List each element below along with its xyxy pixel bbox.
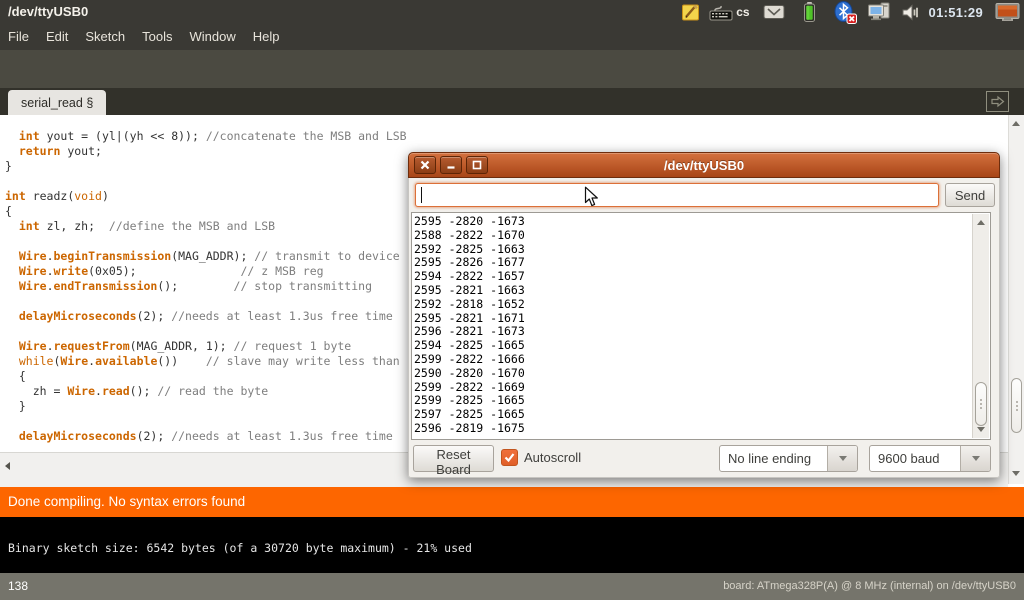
status-bar: 138 board: ATmega328P(A) @ 8 MHz (intern…: [0, 573, 1024, 600]
scrollbar-thumb[interactable]: [975, 382, 987, 426]
send-button[interactable]: Send: [945, 183, 995, 207]
chevron-down-icon: [972, 456, 980, 461]
keyboard-icon[interactable]: [709, 2, 733, 23]
serial-monitor-window: /dev/ttyUSB0 Send 2595 -2820 -16732588 -…: [408, 152, 1000, 478]
mouse-cursor: [584, 186, 599, 213]
serial-output-row: 2599 -2822 -1666: [412, 353, 990, 367]
clock[interactable]: 01:51:29: [929, 5, 983, 20]
top-panel: /dev/ttyUSB0 cs 01:51:: [0, 0, 1024, 24]
serial-controls-bar: Reset Board Autoscroll No line ending 96…: [409, 444, 999, 478]
serial-output-rows: 2595 -2820 -16732588 -2822 -16702592 -28…: [412, 213, 990, 436]
reset-board-button[interactable]: Reset Board: [413, 445, 494, 472]
line-ending-select[interactable]: No line ending: [719, 445, 858, 472]
board-indicator: board: ATmega328P(A) @ 8 MHz (internal) …: [723, 573, 1016, 599]
dropdown-button[interactable]: [827, 446, 857, 471]
serial-window-title: /dev/ttyUSB0: [409, 153, 999, 178]
menu-item-help[interactable]: Help: [253, 24, 280, 50]
serial-output-area[interactable]: 2595 -2820 -16732588 -2822 -16702592 -28…: [411, 212, 991, 440]
autoscroll-checkbox[interactable]: [501, 449, 518, 466]
scroll-up-icon[interactable]: [977, 220, 985, 225]
check-icon: [503, 451, 516, 464]
serial-window-body: Send 2595 -2820 -16732588 -2822 -1670259…: [408, 178, 1000, 478]
serial-output-row: 2596 -2821 -1673: [412, 325, 990, 339]
note-icon[interactable]: [681, 2, 702, 23]
menu-item-edit[interactable]: Edit: [46, 24, 68, 50]
serial-output-row: 2596 -2819 -1675: [412, 422, 990, 436]
serial-output-row: 2595 -2821 -1671: [412, 312, 990, 326]
scroll-down-icon[interactable]: [977, 427, 985, 432]
menu-item-window[interactable]: Window: [189, 24, 235, 50]
battery-icon[interactable]: [801, 1, 818, 23]
tab-strip: serial_read §: [0, 88, 1024, 115]
arduino-ide-screen: /dev/ttyUSB0 cs 01:51:: [0, 0, 1024, 600]
display-icon[interactable]: [995, 2, 1020, 23]
chevron-down-icon: [839, 456, 847, 461]
scrollbar-thumb[interactable]: [1011, 378, 1022, 433]
arrow-right-icon: [990, 95, 1005, 108]
notification-text: Done compiling. No syntax errors found: [8, 487, 245, 517]
volume-icon[interactable]: [901, 3, 920, 22]
menu-item-sketch[interactable]: Sketch: [85, 24, 125, 50]
serial-output-row: 2592 -2825 -1663: [412, 243, 990, 257]
tab-label: serial_read §: [21, 96, 93, 110]
scroll-up-icon[interactable]: [1012, 121, 1020, 126]
grip-icon: [1016, 405, 1018, 407]
network-icon[interactable]: [867, 1, 893, 23]
scroll-down-icon[interactable]: [1012, 471, 1020, 476]
console-output: Binary sketch size: 6542 bytes (of a 307…: [0, 517, 1024, 573]
serial-send-input[interactable]: [415, 183, 939, 207]
serial-output-row: 2595 -2826 -1677: [412, 256, 990, 270]
dropdown-button[interactable]: [960, 446, 990, 471]
keyboard-layout-indicator[interactable]: cs: [736, 5, 749, 19]
autoscroll-label: Autoscroll: [524, 444, 581, 472]
baud-rate-select[interactable]: 9600 baud: [869, 445, 991, 472]
serial-output-row: 2590 -2820 -1670: [412, 367, 990, 381]
menu-item-file[interactable]: File: [8, 24, 29, 50]
grip-icon: [980, 403, 982, 405]
serial-output-scrollbar[interactable]: [972, 214, 989, 438]
panel-window-title: /dev/ttyUSB0: [8, 0, 88, 24]
serial-output-row: 2595 -2821 -1663: [412, 284, 990, 298]
serial-output-row: 2594 -2825 -1665: [412, 339, 990, 353]
console-text: Binary sketch size: 6542 bytes (of a 307…: [8, 541, 472, 555]
line-number-indicator: 138: [8, 573, 28, 599]
serial-output-row: 2588 -2822 -1670: [412, 229, 990, 243]
notification-bar: Done compiling. No syntax errors found: [0, 487, 1024, 517]
text-caret: [421, 187, 422, 203]
mail-icon[interactable]: [763, 4, 785, 20]
serial-window-titlebar[interactable]: /dev/ttyUSB0: [408, 152, 1000, 178]
serial-output-row: 2595 -2820 -1673: [412, 215, 990, 229]
serial-output-row: 2594 -2822 -1657: [412, 270, 990, 284]
editor-vertical-scrollbar[interactable]: [1008, 115, 1024, 484]
serial-output-row: 2599 -2822 -1669: [412, 381, 990, 395]
menu-item-tools[interactable]: Tools: [142, 24, 172, 50]
scroll-left-icon[interactable]: [5, 462, 10, 470]
serial-output-row: 2599 -2825 -1665: [412, 394, 990, 408]
menu-bar: File Edit Sketch Tools Window Help: [0, 24, 1024, 50]
bluetooth-icon[interactable]: [833, 1, 858, 24]
toolbar: [0, 50, 1024, 88]
tab-list-button[interactable]: [986, 91, 1009, 112]
code-line: int yout = (yl|(yh << 8)); //concatenate…: [5, 129, 1008, 144]
system-tray: cs 01:51:29: [681, 0, 1022, 24]
serial-output-row: 2597 -2825 -1665: [412, 408, 990, 422]
serial-output-row: 2592 -2818 -1652: [412, 298, 990, 312]
tab-serial-read[interactable]: serial_read §: [8, 90, 106, 115]
